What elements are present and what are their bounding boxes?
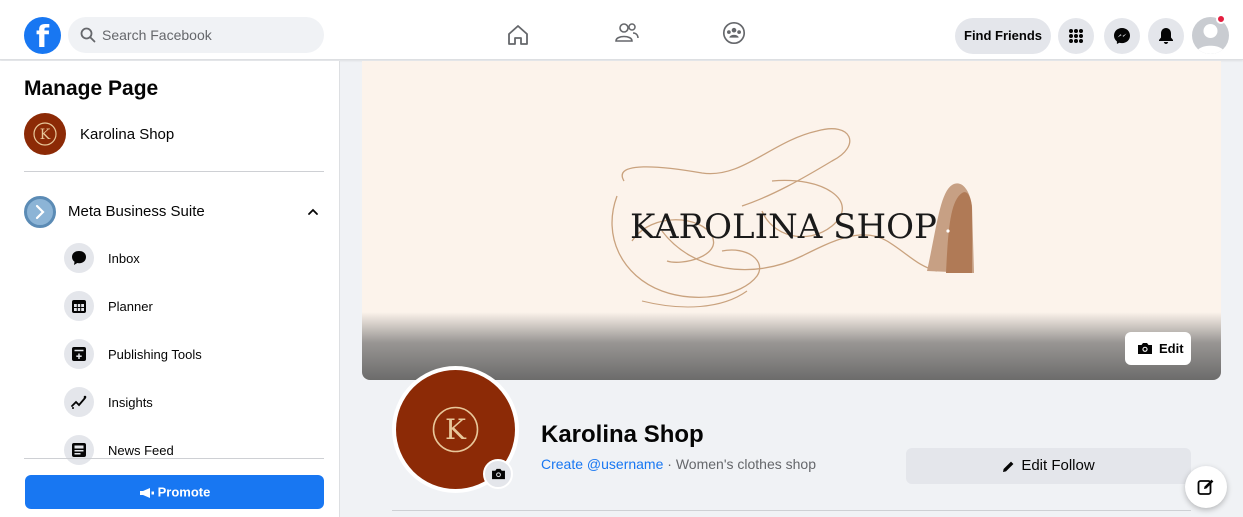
chevron-up-icon[interactable]	[306, 205, 320, 219]
publishing-tools-icon	[64, 339, 94, 369]
chat-bubble-icon	[64, 243, 94, 273]
promote-label: Promote	[157, 484, 211, 500]
create-username-link[interactable]: Create @username	[541, 456, 663, 472]
notifications-icon	[1159, 28, 1173, 44]
find-friends-button[interactable]: Find Friends	[955, 18, 1051, 54]
notification-dot	[1216, 14, 1226, 24]
notifications-button[interactable]	[1148, 18, 1184, 54]
messenger-icon	[1114, 28, 1130, 44]
meta-business-suite-label: Meta Business Suite	[68, 203, 205, 220]
megaphone-icon	[139, 487, 154, 498]
page-category: Women's clothes shop	[675, 456, 816, 472]
pencil-icon	[1003, 461, 1014, 472]
promote-button[interactable]: Promote	[25, 475, 324, 509]
facebook-logo-icon[interactable]: f	[24, 17, 61, 54]
sidebar-item-label: Insights	[108, 395, 153, 410]
home-icon[interactable]	[505, 22, 531, 48]
edit-follow-button[interactable]: Edit Follow	[906, 448, 1191, 484]
edit-cover-button[interactable]: Edit	[1125, 332, 1191, 365]
menu-grid-icon	[1069, 29, 1083, 43]
sidebar-item-news-feed[interactable]: News Feed	[64, 435, 324, 467]
meta-business-suite-icon	[24, 196, 56, 228]
edit-cover-label: Edit	[1159, 341, 1184, 356]
meta-business-suite-toggle[interactable]: Meta Business Suite	[24, 196, 324, 228]
page-title: Karolina Shop	[541, 421, 704, 448]
subtitle-separator: ·	[663, 456, 676, 472]
search-icon	[80, 27, 96, 43]
groups-icon[interactable]	[721, 20, 747, 46]
new-message-button[interactable]	[1185, 466, 1227, 508]
camera-icon	[492, 468, 505, 480]
sidebar-item-label: Publishing Tools	[108, 347, 202, 362]
sidebar-item-inbox[interactable]: Inbox	[64, 243, 324, 275]
friends-icon[interactable]	[614, 20, 640, 46]
sidebar-item-planner[interactable]: Planner	[64, 291, 324, 323]
insights-icon	[64, 387, 94, 417]
profile-divider	[392, 510, 1191, 511]
sidebar-item-label: Inbox	[108, 251, 140, 266]
sidebar-item-publishing-tools[interactable]: Publishing Tools	[64, 339, 324, 371]
search-input[interactable]: Search Facebook	[68, 17, 324, 53]
page-subtitle: Create @username · Women's clothes shop	[541, 456, 816, 472]
calendar-icon	[64, 291, 94, 321]
manage-page-sidebar: Manage Page K Karolina Shop Meta Busines…	[0, 61, 340, 517]
edit-follow-label: Edit Follow	[1021, 457, 1095, 475]
cover-title-text: KAROLINA SHOP	[630, 207, 937, 247]
update-profile-picture-button[interactable]	[483, 459, 513, 489]
svg-text:K: K	[40, 127, 51, 143]
menu-button[interactable]	[1058, 18, 1094, 54]
messenger-button[interactable]	[1104, 18, 1140, 54]
sidebar-item-label: News Feed	[108, 443, 174, 458]
sidebar-divider	[24, 171, 324, 172]
page-avatar: K	[24, 113, 66, 155]
sidebar-title: Manage Page	[24, 77, 159, 100]
top-navigation-bar: f Search Facebook Find Friends	[0, 0, 1243, 60]
compose-icon	[1197, 479, 1214, 495]
cover-photo[interactable]: KAROLINA SHOP	[362, 61, 1221, 380]
sidebar-item-label: Planner	[108, 299, 153, 314]
search-placeholder: Search Facebook	[102, 27, 212, 43]
sidebar-item-insights[interactable]: Insights	[64, 387, 324, 419]
camera-icon	[1138, 343, 1152, 354]
sidebar-page-name: Karolina Shop	[80, 126, 175, 143]
logo-letter: K	[445, 413, 467, 446]
shop-logo-icon: K	[33, 122, 57, 146]
news-feed-icon	[64, 435, 94, 465]
sidebar-divider	[24, 458, 324, 459]
